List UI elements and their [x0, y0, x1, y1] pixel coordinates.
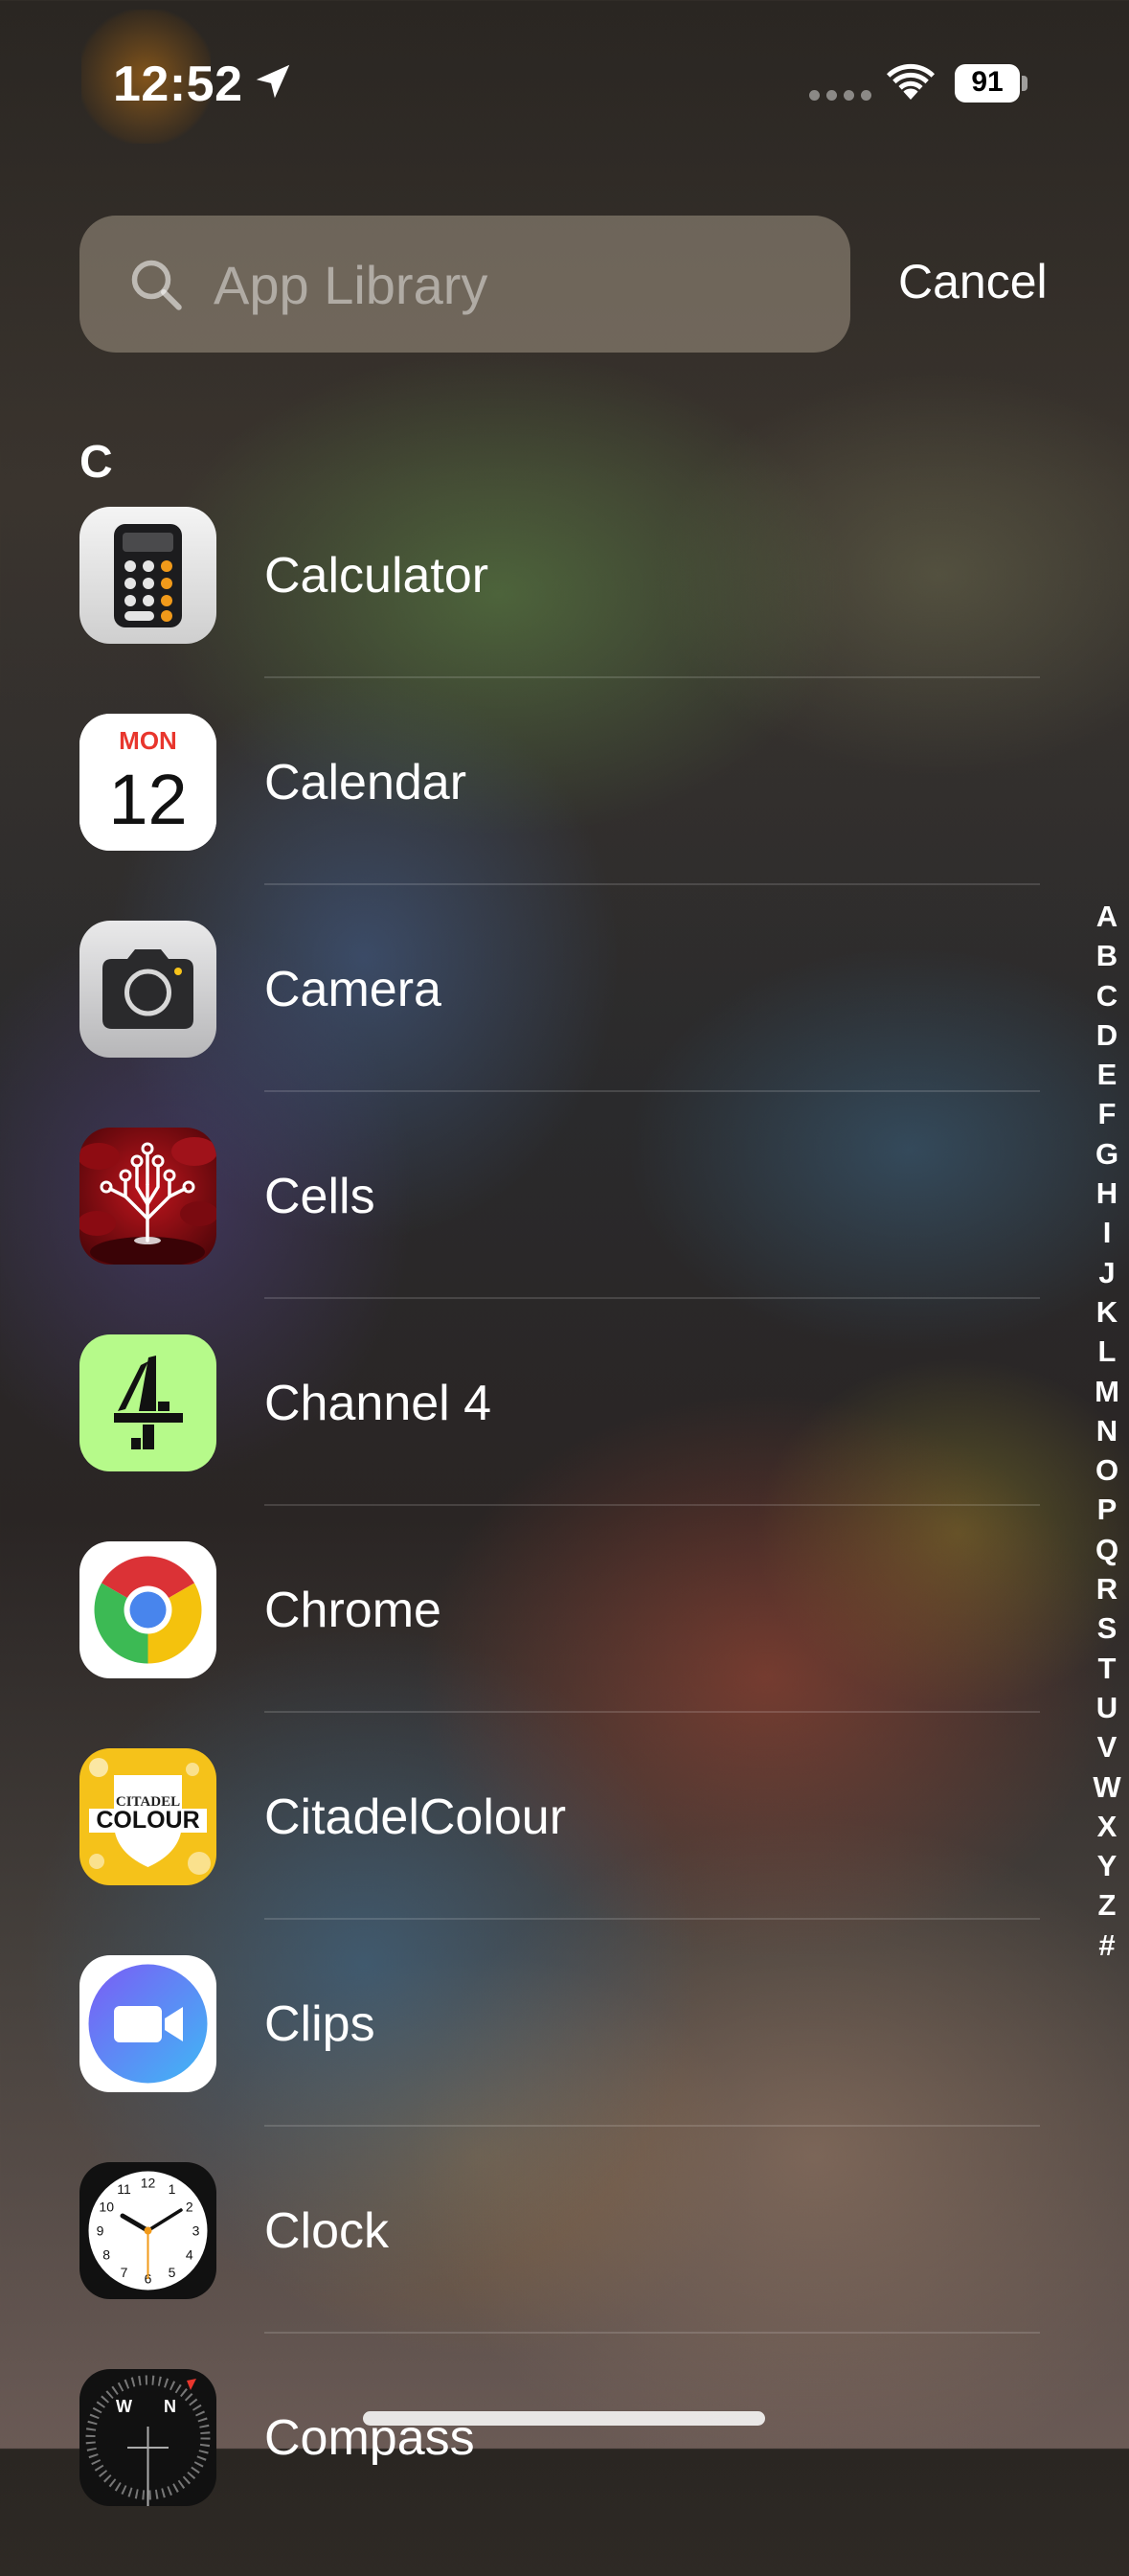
index-letter[interactable]: R — [1090, 1569, 1124, 1608]
app-row-clips[interactable]: Clips — [0, 1955, 1053, 2162]
index-letter[interactable]: F — [1090, 1094, 1124, 1133]
index-letter[interactable]: Y — [1090, 1846, 1124, 1885]
compass-icon: W N — [79, 2369, 216, 2506]
location-arrow-icon — [256, 64, 290, 99]
cells-icon — [79, 1128, 216, 1265]
clock-icon: 121234567891011 — [79, 2162, 216, 2299]
clock-numeral: 2 — [186, 2200, 193, 2215]
search-bar[interactable] — [79, 216, 850, 354]
index-letter[interactable]: C — [1090, 976, 1124, 1015]
divider — [264, 2125, 1040, 2127]
calculator-icon — [79, 507, 216, 644]
app-name: Calendar — [264, 755, 467, 810]
index-letter[interactable]: J — [1090, 1253, 1124, 1292]
status-time: 12:52 — [113, 57, 243, 112]
index-letter[interactable]: S — [1090, 1608, 1124, 1648]
status-bar: 12:52 91 — [0, 0, 1129, 168]
divider — [264, 1504, 1040, 1506]
clock-numeral: 4 — [186, 2247, 193, 2263]
index-letter[interactable]: A — [1090, 897, 1124, 936]
clock-numeral: 5 — [169, 2265, 176, 2280]
index-letter[interactable]: W — [1090, 1767, 1124, 1807]
divider — [264, 1711, 1040, 1713]
app-row-channel-4[interactable]: Channel 4 — [0, 1334, 1053, 1541]
app-list: Calculator MON 12 Calendar Camera Cells … — [0, 507, 1053, 2576]
app-name: Cells — [264, 1169, 375, 1224]
index-letter[interactable]: K — [1090, 1292, 1124, 1332]
index-letter[interactable]: E — [1090, 1055, 1124, 1094]
clock-numeral: 9 — [97, 2223, 104, 2239]
app-name: Chrome — [264, 1583, 441, 1638]
app-row-compass[interactable]: W N Compass — [0, 2369, 1053, 2576]
clock-numeral: 11 — [117, 2181, 131, 2197]
compass-north: N — [164, 2397, 176, 2416]
search-input[interactable] — [212, 216, 828, 354]
index-letter[interactable]: # — [1090, 1926, 1124, 1965]
clips-icon — [79, 1955, 216, 2092]
battery-level: 91 — [971, 66, 1004, 98]
app-name: CitadelColour — [264, 1790, 567, 1845]
app-name: Clips — [264, 1996, 375, 2052]
app-row-calendar[interactable]: MON 12 Calendar — [0, 714, 1053, 921]
app-name: Calculator — [264, 548, 489, 604]
home-indicator[interactable] — [363, 2411, 765, 2426]
channel-4-icon — [79, 1334, 216, 1471]
section-header: C — [79, 437, 113, 488]
calendar-icon: MON 12 — [79, 714, 216, 851]
index-letter[interactable]: I — [1090, 1213, 1124, 1252]
cancel-button[interactable]: Cancel — [898, 254, 1048, 309]
app-name: Channel 4 — [264, 1376, 492, 1431]
divider — [264, 1918, 1040, 1920]
app-row-cells[interactable]: Cells — [0, 1128, 1053, 1334]
app-row-clock[interactable]: 121234567891011 Clock — [0, 2162, 1053, 2369]
divider — [264, 1297, 1040, 1299]
index-letter[interactable]: V — [1090, 1727, 1124, 1767]
clock-numeral: 1 — [169, 2181, 176, 2197]
app-row-calculator[interactable]: Calculator — [0, 507, 1053, 714]
index-letter[interactable]: G — [1090, 1134, 1124, 1174]
search-icon — [131, 260, 182, 310]
app-name: Camera — [264, 962, 441, 1017]
app-name: Clock — [264, 2203, 390, 2259]
app-row-camera[interactable]: Camera — [0, 921, 1053, 1128]
app-row-citadelcolour[interactable]: CITADEL COLOUR CitadelColour — [0, 1748, 1053, 1955]
wifi-icon — [887, 63, 935, 100]
compass-west: W — [116, 2397, 132, 2416]
index-letter[interactable]: X — [1090, 1807, 1124, 1846]
index-letter[interactable]: Z — [1090, 1885, 1124, 1925]
clock-numeral: 8 — [102, 2247, 110, 2263]
index-letter[interactable]: L — [1090, 1332, 1124, 1371]
index-letter[interactable]: Q — [1090, 1530, 1124, 1569]
index-letter[interactable]: M — [1090, 1372, 1124, 1411]
alphabet-index[interactable]: A B C D E F G H I J K L M N O P Q R S T U V W X Y Z # — [1090, 897, 1124, 1965]
clock-numeral: 3 — [192, 2223, 200, 2239]
chrome-icon — [79, 1541, 216, 1678]
camera-icon — [79, 921, 216, 1058]
index-letter[interactable]: U — [1090, 1688, 1124, 1727]
cellular-signal-icon — [809, 90, 871, 101]
divider — [264, 883, 1040, 885]
divider — [264, 676, 1040, 678]
clock-numeral: 12 — [141, 2176, 156, 2191]
citadel-logo-bottom: COLOUR — [96, 1807, 199, 1834]
index-letter[interactable]: D — [1090, 1015, 1124, 1055]
citadel-colour-icon: CITADEL COLOUR — [79, 1748, 216, 1885]
index-letter[interactable]: O — [1090, 1450, 1124, 1490]
calendar-date: 12 — [108, 760, 187, 839]
index-letter[interactable]: P — [1090, 1490, 1124, 1529]
clock-numeral: 7 — [121, 2265, 128, 2280]
battery-indicator: 91 — [955, 64, 1027, 103]
clock-numeral: 10 — [99, 2200, 114, 2215]
divider — [264, 1090, 1040, 1092]
app-row-chrome[interactable]: Chrome — [0, 1541, 1053, 1748]
calendar-day: MON — [119, 726, 177, 755]
index-letter[interactable]: H — [1090, 1174, 1124, 1213]
index-letter[interactable]: N — [1090, 1411, 1124, 1450]
index-letter[interactable]: T — [1090, 1649, 1124, 1688]
index-letter[interactable]: B — [1090, 936, 1124, 975]
divider — [264, 2332, 1040, 2334]
